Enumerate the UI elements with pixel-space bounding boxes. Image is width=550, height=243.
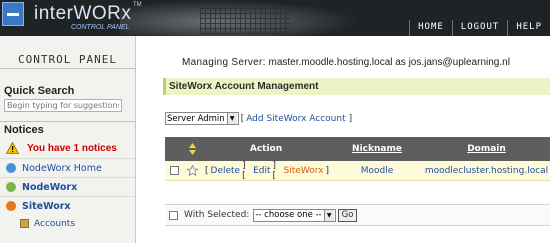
quick-search-input[interactable] — [4, 99, 122, 112]
logo-trademark: TM — [133, 2, 142, 8]
header-bar: interWORx TM CONTROL PANEL HOME LOGOUT H… — [0, 0, 550, 36]
sidebar-item-siteworx[interactable]: SiteWorx — [0, 196, 135, 215]
edit-link[interactable]: Edit — [253, 166, 270, 176]
sidebar-item-nodeworx-home[interactable]: NodeWorx Home — [0, 158, 135, 177]
accounts-icon — [20, 219, 29, 228]
logo-subtitle: CONTROL PANEL — [71, 24, 130, 31]
top-navigation: HOME LOGOUT HELP — [409, 20, 550, 36]
table-row: [ Delete ] [ Edit ] [ SiteWorx ] Moodle … — [165, 161, 550, 181]
account-toolbar: Server Admin ▼ [ Add SiteWorx Account ] — [165, 112, 354, 125]
column-header-action: Action — [249, 144, 283, 154]
delete-link[interactable]: Delete — [211, 166, 241, 176]
sort-icon — [188, 143, 196, 155]
sidebar-item-label: SiteWorx — [22, 200, 71, 212]
siteworx-icon — [6, 201, 16, 211]
column-header-nickname[interactable]: Nickname — [331, 144, 423, 154]
bracket-open: [ — [240, 113, 245, 124]
add-siteworx-account-link[interactable]: Add SiteWorx Account — [246, 114, 345, 124]
interworx-logo-icon[interactable] — [2, 2, 24, 26]
sidebar-item-label: NodeWorx — [22, 181, 78, 193]
sidebar-subitem-accounts[interactable]: Accounts — [0, 215, 135, 232]
notices-heading: Notices — [4, 124, 44, 136]
bracket: ] [ — [242, 160, 246, 181]
sidebar-item-label: NodeWorx Home — [22, 162, 102, 174]
select-all-checkbox[interactable] — [169, 210, 178, 220]
nodeworx-icon — [6, 182, 16, 192]
go-button[interactable]: Go — [337, 208, 358, 222]
row-checkbox[interactable] — [169, 166, 179, 175]
main-content: Managing Server: master.moodle.hosting.l… — [137, 36, 550, 243]
bracket: [ — [205, 165, 209, 176]
quick-search-heading: Quick Search — [4, 85, 75, 97]
siteworx-login-link[interactable]: SiteWorx — [284, 166, 324, 176]
notice-text[interactable]: You have 1 notices — [27, 143, 117, 154]
row-actions: [ Delete ] [ Edit ] [ SiteWorx ] — [201, 161, 331, 181]
star-icon[interactable] — [186, 165, 198, 176]
notice-row[interactable]: You have 1 notices — [0, 138, 135, 158]
section-header: SiteWorx Account Management — [163, 78, 550, 95]
bracket-close: ] — [348, 113, 353, 124]
chevron-down-icon: ▼ — [323, 209, 334, 221]
server-filter-value: Server Admin — [167, 113, 225, 124]
row-nickname[interactable]: Moodle — [331, 166, 423, 176]
section-title: SiteWorx Account Management — [169, 81, 319, 92]
sidebar-item-nodeworx[interactable]: NodeWorx — [0, 177, 135, 196]
managing-server: Managing Server: master.moodle.hosting.l… — [182, 57, 510, 68]
sort-arrows-icon[interactable] — [183, 143, 201, 155]
sidebar-subitem-label: Accounts — [34, 218, 76, 229]
quick-search — [0, 99, 135, 121]
logo-text: interWORx — [34, 3, 132, 24]
accounts-table: Action Nickname Domain [ Delete ] [ Edit… — [165, 137, 550, 181]
with-selected-label: With Selected: — [184, 210, 250, 220]
header-grid-decoration — [200, 8, 290, 34]
table-header-row: Action Nickname Domain — [165, 137, 550, 161]
nav-home-link[interactable]: HOME — [409, 20, 452, 36]
nav-help-link[interactable]: HELP — [507, 20, 550, 36]
left-sidebar: CONTROL PANEL Quick Search Notices You h… — [0, 36, 136, 243]
bracket: ] — [325, 165, 329, 176]
column-header-domain[interactable]: Domain — [423, 144, 550, 154]
managing-server-label: Managing Server: — [182, 57, 266, 68]
row-domain[interactable]: moodlecluster.hosting.local — [423, 166, 550, 176]
managing-server-value: master.moodle.hosting.local as jos.jans@… — [268, 57, 510, 68]
server-filter-select[interactable]: Server Admin ▼ — [165, 112, 239, 125]
warning-icon — [6, 142, 19, 154]
bulk-action-bar: With Selected: -- choose one -- ▼ Go — [165, 204, 550, 226]
sidebar-title: CONTROL PANEL — [0, 50, 135, 69]
row-select-cell — [165, 166, 183, 175]
bulk-action-select[interactable]: -- choose one -- ▼ — [253, 208, 336, 222]
chevron-down-icon: ▼ — [226, 113, 237, 124]
bulk-action-value: -- choose one -- — [255, 210, 322, 220]
bracket: ] [ — [272, 160, 277, 181]
nodeworx-home-icon — [6, 163, 16, 173]
nav-logout-link[interactable]: LOGOUT — [451, 20, 508, 36]
row-star-cell — [183, 165, 201, 176]
